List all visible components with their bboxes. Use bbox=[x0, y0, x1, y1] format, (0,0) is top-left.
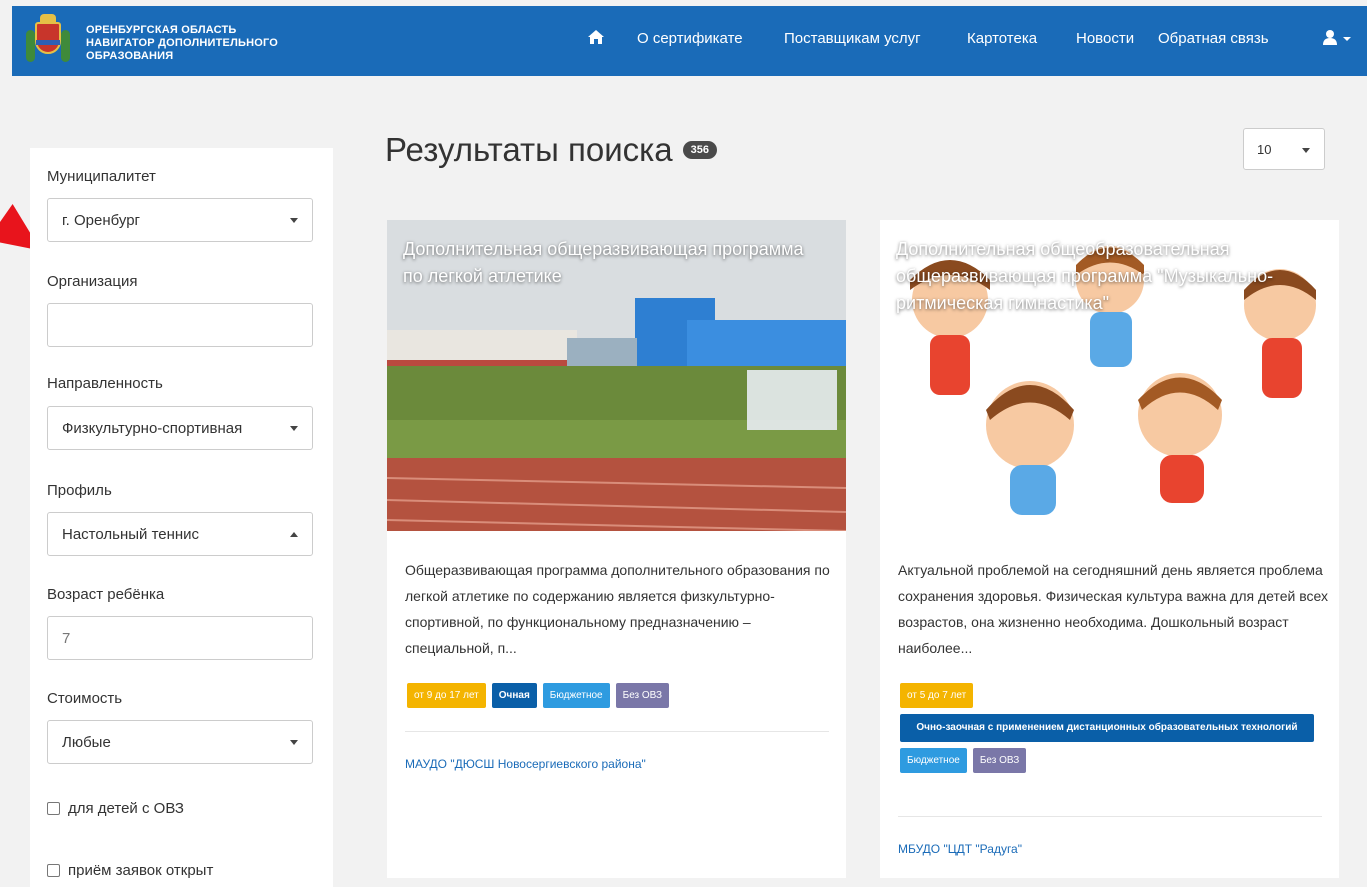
page-size-select[interactable]: 10 bbox=[1243, 128, 1325, 170]
brand-title: ОРЕНБУРГСКАЯ ОБЛАСТЬ НАВИГАТОР ДОПОЛНИТЕ… bbox=[86, 24, 279, 62]
open-applications-checkbox[interactable]: приём заявок открыт bbox=[47, 862, 213, 879]
nav-providers[interactable]: Поставщикам услуг bbox=[784, 30, 921, 47]
results-title: Результаты поиска 356 bbox=[385, 131, 717, 169]
ovz-tag: Без ОВЗ bbox=[615, 683, 670, 708]
nav-about-certificate[interactable]: О сертификате bbox=[637, 30, 743, 47]
organization-input[interactable] bbox=[47, 303, 313, 347]
filter-sidebar: Муниципалитет г. Оренбург Организация На… bbox=[30, 148, 333, 887]
program-card[interactable]: Дополнительная общеобразовательная общер… bbox=[880, 220, 1339, 878]
age-input[interactable]: 7 bbox=[47, 616, 313, 660]
age-tag: от 9 до 17 лет bbox=[407, 683, 486, 708]
card-tags: от 5 до 7 лет Очно-заочная с применением… bbox=[900, 683, 1330, 773]
open-applications-label: приём заявок открыт bbox=[68, 862, 214, 879]
nav-feedback[interactable]: Обратная связь bbox=[1158, 30, 1269, 47]
card-tags: от 9 до 17 лет Очная Бюджетное Без ОВЗ bbox=[407, 683, 837, 708]
profile-select[interactable]: Настольный теннис bbox=[47, 512, 313, 556]
user-menu-icon[interactable] bbox=[1322, 29, 1352, 51]
age-tag: от 5 до 7 лет bbox=[900, 683, 974, 708]
chevron-down-icon bbox=[290, 218, 298, 223]
form-tag: Очно-заочная с применением дистанционных… bbox=[900, 714, 1314, 742]
cost-label: Стоимость bbox=[47, 690, 123, 707]
divider bbox=[898, 816, 1322, 817]
ovz-checkbox-label: для детей с ОВЗ bbox=[68, 800, 184, 817]
program-card[interactable]: Дополнительная общеразвивающая программа… bbox=[387, 220, 846, 878]
direction-label: Направленность bbox=[47, 375, 163, 392]
municipality-label: Муниципалитет bbox=[47, 168, 156, 185]
direction-select[interactable]: Физкультурно-спортивная bbox=[47, 406, 313, 450]
budget-tag: Бюджетное bbox=[900, 748, 967, 773]
municipality-select[interactable]: г. Оренбург bbox=[47, 198, 313, 242]
results-count-badge: 356 bbox=[682, 141, 717, 159]
chevron-down-icon bbox=[1302, 148, 1310, 153]
card-title[interactable]: Дополнительная общеразвивающая программа… bbox=[403, 236, 823, 290]
chevron-up-icon bbox=[290, 532, 298, 537]
ovz-checkbox[interactable]: для детей с ОВЗ bbox=[47, 800, 184, 817]
coat-of-arms-icon bbox=[26, 14, 70, 68]
organization-label: Организация bbox=[47, 273, 138, 290]
form-tag: Очная bbox=[491, 683, 537, 708]
home-icon[interactable] bbox=[587, 28, 605, 50]
age-label: Возраст ребёнка bbox=[47, 586, 165, 603]
nav-news[interactable]: Новости bbox=[1076, 30, 1134, 47]
profile-label: Профиль bbox=[47, 482, 112, 499]
card-organization-link[interactable]: МБУДО "ЦДТ "Радуга" bbox=[898, 842, 1022, 856]
card-organization-link[interactable]: МАУДО "ДЮСШ Новосергиевского района" bbox=[405, 757, 646, 771]
divider bbox=[405, 731, 829, 732]
checkbox-icon[interactable] bbox=[47, 802, 60, 815]
nav-catalog[interactable]: Картотека bbox=[967, 30, 1037, 47]
ovz-tag: Без ОВЗ bbox=[972, 748, 1027, 773]
card-description: Общеразвивающая программа дополнительног… bbox=[405, 562, 830, 656]
budget-tag: Бюджетное bbox=[542, 683, 610, 708]
card-image-athletics[interactable]: Дополнительная общеразвивающая программа… bbox=[387, 220, 846, 531]
top-navbar: ОРЕНБУРГСКАЯ ОБЛАСТЬ НАВИГАТОР ДОПОЛНИТЕ… bbox=[12, 6, 1367, 76]
card-image-gymnastics[interactable]: Дополнительная общеобразовательная общер… bbox=[880, 220, 1339, 531]
chevron-down-icon bbox=[290, 740, 298, 745]
checkbox-icon[interactable] bbox=[47, 864, 60, 877]
card-description: Актуальной проблемой на сегодняшний день… bbox=[898, 562, 1328, 656]
card-title[interactable]: Дополнительная общеобразовательная общер… bbox=[896, 236, 1316, 317]
cost-select[interactable]: Любые bbox=[47, 720, 313, 764]
chevron-down-icon bbox=[290, 426, 298, 431]
brand-logo-link[interactable]: ОРЕНБУРГСКАЯ ОБЛАСТЬ НАВИГАТОР ДОПОЛНИТЕ… bbox=[26, 14, 278, 68]
results-title-text: Результаты поиска bbox=[385, 131, 673, 168]
